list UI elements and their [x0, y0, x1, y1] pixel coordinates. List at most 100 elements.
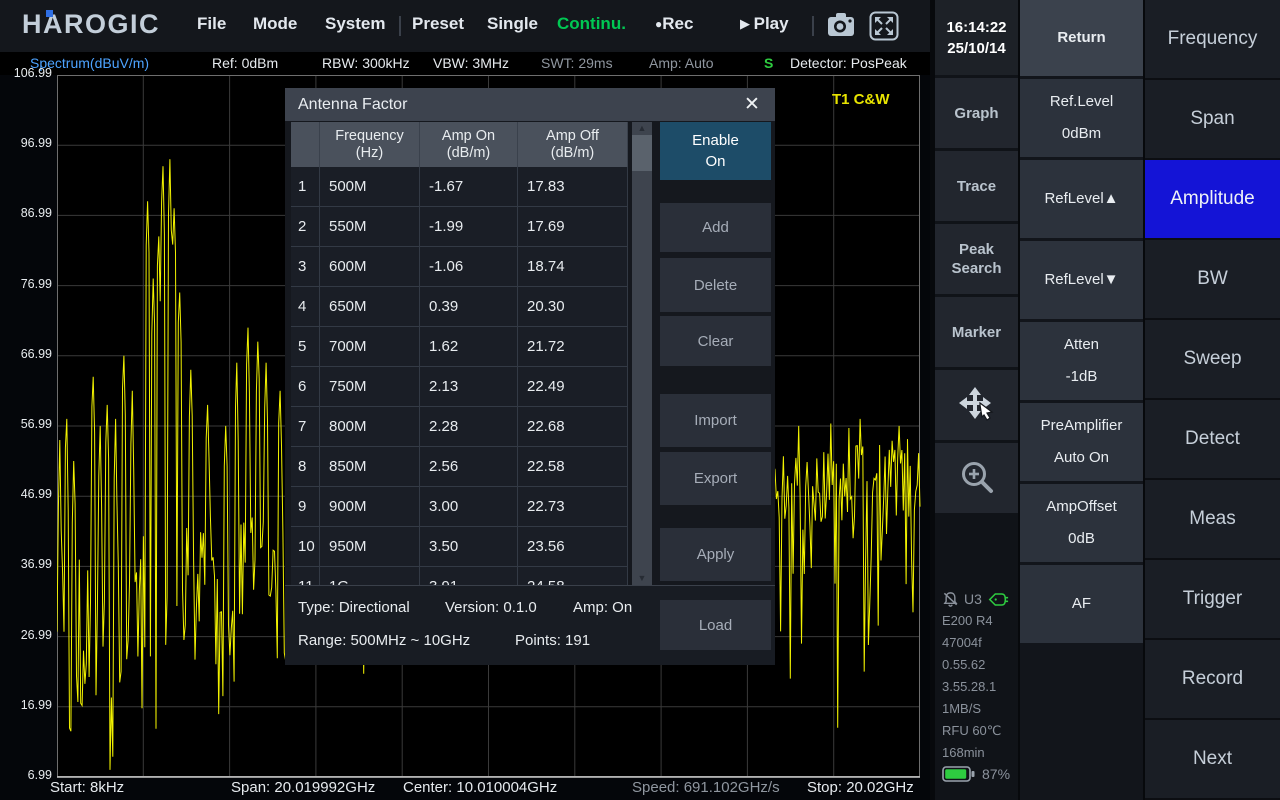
spectrum-analyzer-screen: HAROGIC File Mode System Preset Single C…: [0, 0, 1280, 800]
mainmenu-span-button[interactable]: Span: [1145, 80, 1280, 158]
load-button[interactable]: Load: [660, 600, 771, 650]
trace-button[interactable]: Trace: [935, 151, 1018, 221]
value-cell: 24.58: [518, 567, 628, 585]
brand-logo: HAROGIC: [22, 9, 160, 40]
af-version-label: Version: 0.1.0: [445, 599, 537, 616]
af-table-body: 1500M-1.6717.832550M-1.9917.693600M-1.06…: [291, 167, 628, 585]
value-cell: 17.69: [518, 207, 628, 246]
y-tick-label: 96.99: [0, 136, 52, 150]
mainmenu-bw-button[interactable]: BW: [1145, 240, 1280, 318]
close-icon[interactable]: ✕: [739, 92, 765, 118]
add-button[interactable]: Add: [660, 203, 771, 252]
fullscreen-icon[interactable]: [869, 11, 899, 46]
ref-level-status: Ref: 0dBm: [212, 55, 278, 71]
mainmenu-column: FrequencySpanAmplitudeBWSweepDetectMeasT…: [1145, 0, 1280, 800]
pan-tool-button[interactable]: [935, 370, 1018, 440]
value-cell: 500M: [320, 167, 420, 206]
af-table-row[interactable]: 111G3.9124.58: [291, 567, 628, 585]
brand-logo-accent: [46, 10, 53, 17]
clear-button[interactable]: Clear: [660, 316, 771, 366]
return-button[interactable]: Return: [1020, 0, 1143, 76]
menu-continuous[interactable]: Continu.: [557, 14, 626, 34]
af-table-scrollbar[interactable]: ▲ ▼: [632, 122, 652, 585]
af-table-row[interactable]: 6750M2.1322.49: [291, 367, 628, 407]
import-button[interactable]: Import: [660, 394, 771, 447]
y-tick-label: 36.99: [0, 557, 52, 571]
af-table-row[interactable]: 5700M1.6221.72: [291, 327, 628, 367]
menu-single[interactable]: Single: [487, 14, 538, 34]
af-table-row[interactable]: 3600M-1.0618.74: [291, 247, 628, 287]
value-cell: 23.56: [518, 527, 628, 566]
af-table-row[interactable]: 1500M-1.6717.83: [291, 167, 628, 207]
battery-percent: 87%: [982, 766, 1010, 782]
measurement-statusbar: Spectrum(dBuV/m) Ref: 0dBm RBW: 300kHz V…: [0, 52, 930, 75]
af-table-row[interactable]: 9900M3.0022.73: [291, 487, 628, 527]
mainmenu-detect-button[interactable]: Detect: [1145, 400, 1280, 478]
clock: 16:14:22 25/10/14: [935, 0, 1018, 75]
device-info-line: 47004f: [942, 632, 1018, 654]
amp-offset-button[interactable]: AmpOffset0dB: [1020, 484, 1143, 562]
marker-button[interactable]: Marker: [935, 297, 1018, 367]
y-tick-label: 66.99: [0, 347, 52, 361]
device-info-line: RFU 60℃: [942, 720, 1018, 742]
export-button[interactable]: Export: [660, 452, 771, 505]
row-index-cell: 3: [291, 247, 320, 286]
amp-status: Amp: Auto: [649, 55, 714, 71]
value-cell: 2.13: [420, 367, 518, 406]
delete-button[interactable]: Delete: [660, 258, 771, 312]
value-cell: 17.83: [518, 167, 628, 206]
stop-freq-label: Stop: 20.02GHz: [807, 779, 914, 796]
span-freq-label: Span: 20.019992GHz: [231, 779, 375, 796]
scroll-down-icon[interactable]: ▼: [632, 572, 652, 585]
ref-level-button[interactable]: Ref.Level0dBm: [1020, 79, 1143, 157]
value-cell: 900M: [320, 487, 420, 526]
mainmenu-frequency-button[interactable]: Frequency: [1145, 0, 1280, 78]
af-table-row[interactable]: 7800M2.2822.68: [291, 407, 628, 447]
af-table-row[interactable]: 2550M-1.9917.69: [291, 207, 628, 247]
ref-level-down-button[interactable]: RefLevel▼: [1020, 241, 1143, 319]
menu-mode[interactable]: Mode: [253, 14, 297, 34]
mainmenu-trigger-button[interactable]: Trigger: [1145, 560, 1280, 638]
af-table-row[interactable]: 8850M2.5622.58: [291, 447, 628, 487]
af-points-label: Points: 191: [515, 632, 590, 649]
value-cell: 800M: [320, 407, 420, 446]
zoom-tool-button[interactable]: [935, 443, 1018, 513]
ref-level-up-button[interactable]: RefLevel▲: [1020, 160, 1143, 238]
camera-icon[interactable]: [826, 11, 856, 44]
mainmenu-meas-button[interactable]: Meas: [1145, 480, 1280, 558]
device-info-line: 1MB/S: [942, 698, 1018, 720]
value-cell: -1.67: [420, 167, 518, 206]
value-cell: 650M: [320, 287, 420, 326]
preamplifier-button[interactable]: PreAmplifierAuto On: [1020, 403, 1143, 481]
af-table-row[interactable]: 4650M0.3920.30: [291, 287, 628, 327]
af-button[interactable]: AF: [1020, 565, 1143, 643]
menu-play[interactable]: ▶ Play: [740, 14, 789, 34]
menu-record[interactable]: ●Rec: [655, 14, 693, 34]
peak-search-button[interactable]: PeakSearch: [935, 224, 1018, 294]
value-cell: 0.39: [420, 287, 518, 326]
scroll-up-icon[interactable]: ▲: [632, 122, 652, 135]
menu-file[interactable]: File: [197, 14, 226, 34]
af-amp-label: Amp: On: [573, 599, 632, 616]
mainmenu-amplitude-button[interactable]: Amplitude: [1145, 160, 1280, 238]
atten-button[interactable]: Atten-1dB: [1020, 322, 1143, 400]
row-index-cell: 7: [291, 407, 320, 446]
enable-button[interactable]: EnableOn: [660, 122, 771, 180]
start-freq-label: Start: 8kHz: [50, 779, 124, 796]
mainmenu-record-button[interactable]: Record: [1145, 640, 1280, 718]
mainmenu-next-button[interactable]: Next: [1145, 720, 1280, 798]
af-table-row[interactable]: 10950M3.5023.56: [291, 527, 628, 567]
af-column-header: [291, 122, 320, 167]
usb-mode-label: U3: [964, 591, 982, 607]
apply-button[interactable]: Apply: [660, 528, 771, 581]
graph-button[interactable]: Graph: [935, 78, 1018, 148]
value-cell: 1G: [320, 567, 420, 585]
zoom-in-icon: [956, 457, 998, 499]
row-index-cell: 4: [291, 287, 320, 326]
menubar-divider-2: [812, 16, 814, 36]
menu-system[interactable]: System: [325, 14, 385, 34]
scrollbar-thumb[interactable]: [632, 135, 652, 171]
menu-preset[interactable]: Preset: [412, 14, 464, 34]
af-column-header: Amp On(dB/m): [420, 122, 518, 167]
mainmenu-sweep-button[interactable]: Sweep: [1145, 320, 1280, 398]
